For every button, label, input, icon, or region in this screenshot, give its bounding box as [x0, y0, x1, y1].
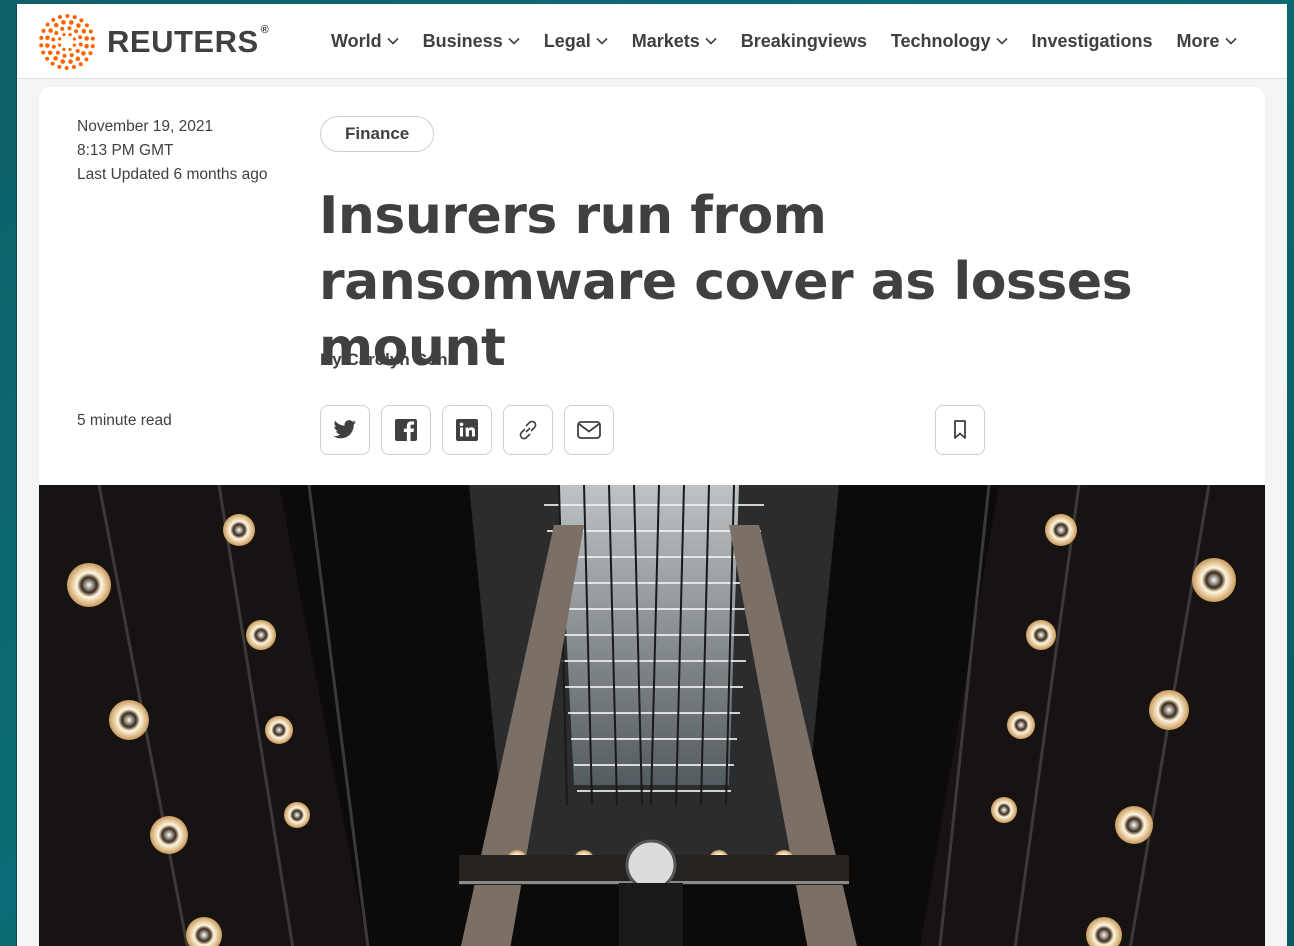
- browser-page: REUTERS ® World Business Legal Markets Br…: [16, 4, 1287, 946]
- category-tag[interactable]: Finance: [320, 116, 435, 152]
- nav-legal[interactable]: Legal: [544, 31, 608, 52]
- nav-breakingviews[interactable]: Breakingviews: [741, 31, 867, 52]
- email-icon: [577, 421, 601, 439]
- article-card: November 19, 2021 8:13 PM GMT Last Updat…: [39, 87, 1265, 946]
- reuters-logo-icon: [39, 14, 95, 70]
- main-nav: World Business Legal Markets Breakingvie…: [331, 4, 1261, 78]
- publish-time: 8:13 PM GMT: [77, 142, 174, 159]
- copy-link-button[interactable]: [503, 405, 553, 455]
- share-linkedin-button[interactable]: [442, 405, 492, 455]
- chevron-down-icon: [596, 37, 608, 45]
- read-time: 5 minute read: [77, 412, 172, 429]
- share-email-button[interactable]: [564, 405, 614, 455]
- share-bar: [320, 405, 625, 455]
- nav-more[interactable]: More: [1177, 31, 1237, 52]
- author-byline[interactable]: By Carolyn Cohn: [320, 350, 458, 370]
- hero-image: [39, 485, 1265, 946]
- nav-business[interactable]: Business: [423, 31, 520, 52]
- reuters-logo[interactable]: REUTERS ®: [37, 12, 269, 72]
- share-facebook-button[interactable]: [381, 405, 431, 455]
- bookmark-icon: [954, 420, 966, 439]
- nav-world[interactable]: World: [331, 31, 399, 52]
- nav-technology[interactable]: Technology: [891, 31, 1008, 52]
- last-updated: Last Updated 6 months ago: [77, 166, 268, 183]
- chevron-down-icon: [995, 37, 1008, 45]
- nav-markets[interactable]: Markets: [632, 31, 717, 52]
- brand-name: REUTERS ®: [107, 24, 270, 59]
- facebook-icon: [395, 419, 417, 441]
- link-icon: [519, 420, 537, 440]
- publish-date: November 19, 2021: [77, 118, 214, 135]
- twitter-icon: [333, 420, 356, 439]
- chevron-down-icon: [1224, 37, 1237, 45]
- nav-investigations[interactable]: Investigations: [1032, 31, 1153, 52]
- share-twitter-button[interactable]: [320, 405, 370, 455]
- site-header: REUTERS ® World Business Legal Markets Br…: [17, 4, 1287, 79]
- chevron-down-icon: [705, 37, 717, 45]
- article-meta: November 19, 2021 8:13 PM GMT Last Updat…: [77, 115, 267, 187]
- chevron-down-icon: [387, 37, 399, 45]
- linkedin-icon: [456, 419, 478, 441]
- atrium-photo: [39, 485, 1265, 946]
- chevron-down-icon: [508, 37, 520, 45]
- save-article-button[interactable]: [935, 405, 985, 455]
